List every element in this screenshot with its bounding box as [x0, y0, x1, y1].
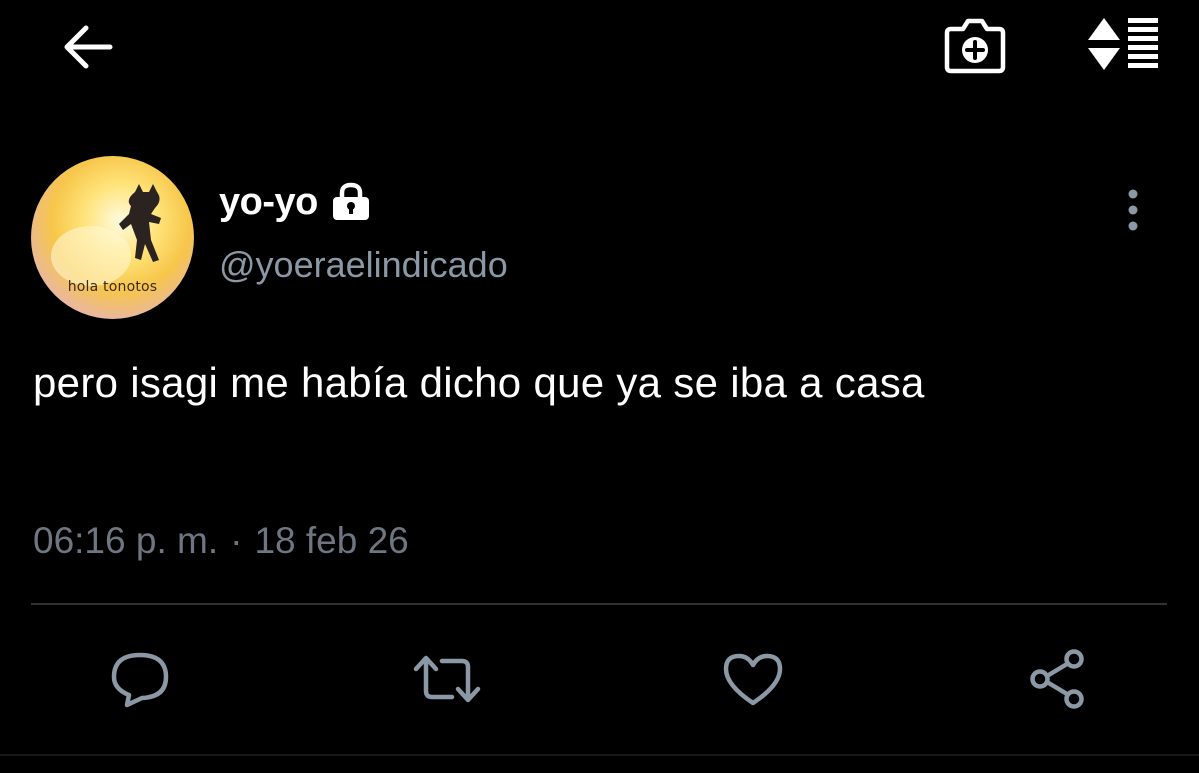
bottom-divider — [0, 754, 1199, 756]
camera-button[interactable] — [934, 8, 1016, 80]
avatar[interactable]: hola tonotos — [31, 156, 194, 319]
retweet-button[interactable] — [410, 644, 484, 714]
sort-button[interactable] — [1080, 8, 1168, 80]
divider — [31, 603, 1167, 605]
share-button[interactable] — [1024, 644, 1092, 714]
sort-arrows-icon — [1088, 18, 1158, 70]
heart-icon — [723, 653, 783, 706]
like-button[interactable] — [718, 644, 788, 714]
tweet-text: pero isagi me había dicho que ya se iba … — [33, 359, 925, 406]
timestamp-separator: · — [230, 520, 243, 561]
vertical-dots-icon — [1128, 189, 1138, 231]
share-icon — [1030, 649, 1084, 709]
reply-bubble-icon — [111, 652, 169, 708]
tweet-detail-screen: hola tonotos yo-yo @yoeraelindicado pero… — [0, 0, 1199, 773]
avatar-caption: hola tonotos — [67, 279, 158, 295]
back-button[interactable] — [52, 14, 124, 80]
display-name[interactable]: yo-yo — [219, 181, 318, 224]
user-handle[interactable]: @yoeraelindicado — [219, 244, 508, 286]
camera-plus-icon — [944, 18, 1006, 74]
reply-button[interactable] — [106, 644, 174, 714]
arrow-left-icon — [64, 25, 113, 69]
tweet-date: 18 feb 26 — [254, 520, 409, 561]
tweet-time: 06:16 p. m. — [33, 520, 219, 561]
retweet-icon — [413, 655, 481, 703]
tweet-timestamp: 06:16 p. m. · 18 feb 26 — [33, 520, 409, 562]
more-options-button[interactable] — [1110, 182, 1156, 238]
lock-icon — [330, 182, 372, 222]
display-name-row[interactable]: yo-yo — [219, 176, 372, 228]
